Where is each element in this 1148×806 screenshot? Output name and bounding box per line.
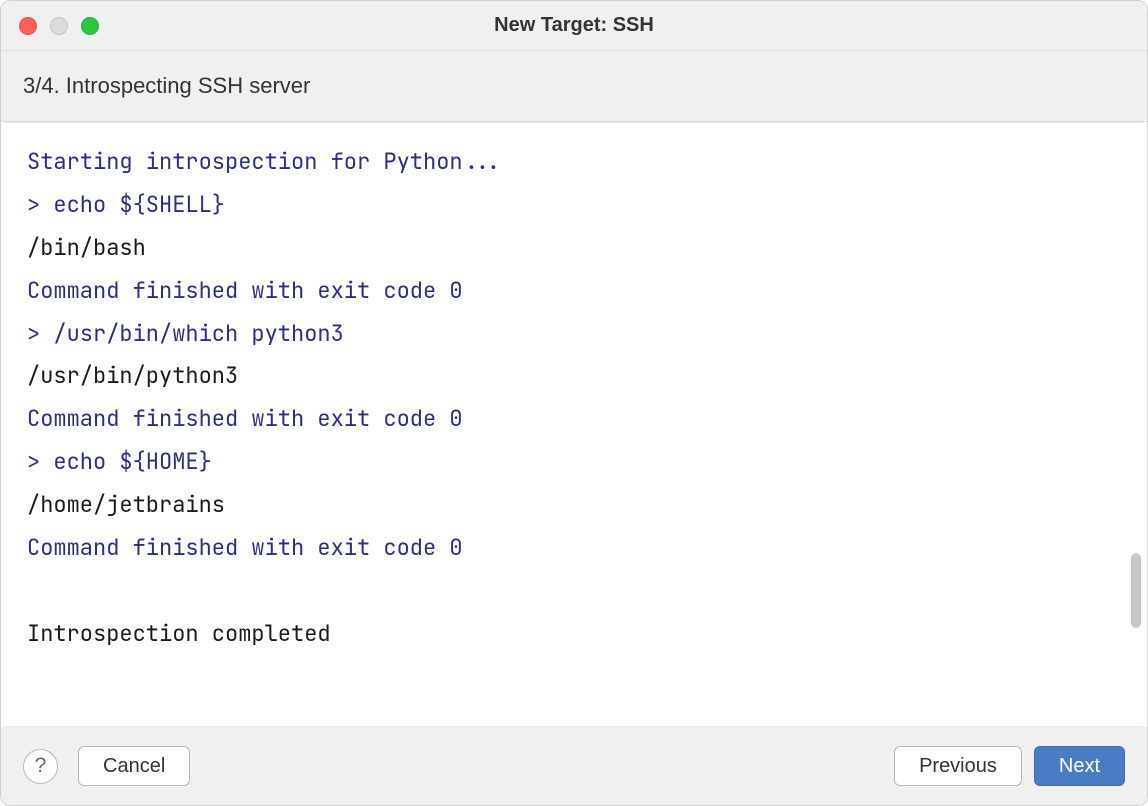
console-line: Command finished with exit code 0 <box>27 398 1121 441</box>
console-line: > echo ${HOME} <box>27 441 1121 484</box>
maximize-icon[interactable] <box>81 17 99 35</box>
traffic-lights <box>1 17 99 35</box>
dialog-footer: ? Cancel Previous Next <box>1 727 1147 805</box>
console-line: Command finished with exit code 0 <box>27 270 1121 313</box>
next-button-label: Next <box>1059 755 1100 778</box>
previous-button-label: Previous <box>919 755 997 778</box>
step-header: 3/4. Introspecting SSH server <box>1 51 1147 122</box>
dialog-window: New Target: SSH 3/4. Introspecting SSH s… <box>0 0 1148 806</box>
help-button[interactable]: ? <box>23 749 58 784</box>
next-button[interactable]: Next <box>1034 746 1125 786</box>
console-line: > echo ${SHELL} <box>27 184 1121 227</box>
console-line: /home/jetbrains <box>27 484 1121 527</box>
close-icon[interactable] <box>19 17 37 35</box>
console-line: /bin/bash <box>27 227 1121 270</box>
cancel-button-label: Cancel <box>103 755 165 778</box>
scrollbar-thumb[interactable] <box>1131 553 1141 628</box>
titlebar: New Target: SSH <box>1 1 1147 51</box>
step-label: 3/4. Introspecting SSH server <box>23 73 1125 99</box>
help-icon: ? <box>35 754 47 778</box>
window-title: New Target: SSH <box>494 14 654 37</box>
minimize-icon <box>50 17 68 35</box>
cancel-button[interactable]: Cancel <box>78 746 190 786</box>
console-output[interactable]: Starting introspection for Python...> ec… <box>5 122 1143 727</box>
console-line: /usr/bin/python3 <box>27 355 1121 398</box>
previous-button[interactable]: Previous <box>894 746 1022 786</box>
console-line: Command finished with exit code 0 <box>27 527 1121 570</box>
console-line: > /usr/bin/which python3 <box>27 313 1121 356</box>
console-line: Starting introspection for Python... <box>27 141 1121 184</box>
console-line: Introspection completed <box>27 613 1121 656</box>
console-line <box>27 570 1121 613</box>
